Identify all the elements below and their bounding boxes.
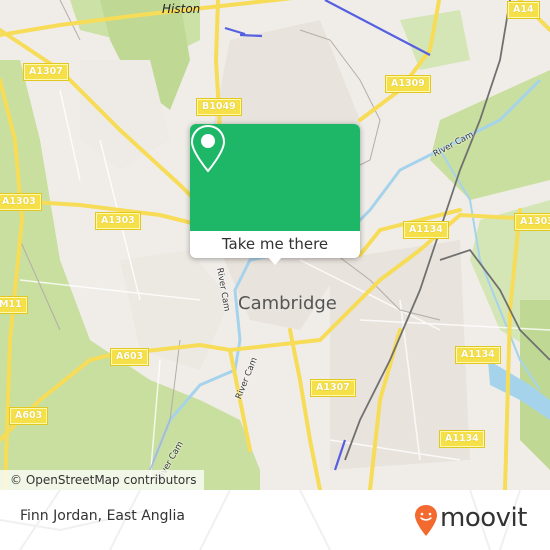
- road-label-a1309: A1309: [386, 76, 430, 92]
- moovit-brand-text: moovit: [440, 503, 527, 533]
- place-label-histon: Histon: [162, 2, 201, 16]
- road-label-a1307: A1307: [24, 64, 68, 80]
- road-label-b1049: B1049: [197, 99, 241, 115]
- road-label-a603-southwest: A603: [10, 408, 48, 424]
- road-label-a1134-east: A1134: [456, 347, 500, 363]
- road-label-a1303-east: A1303: [515, 214, 550, 230]
- map-attribution[interactable]: © OpenStreetMap contributors: [0, 470, 205, 490]
- popup-header: [190, 124, 360, 231]
- take-me-there-button[interactable]: Take me there: [190, 231, 360, 258]
- popup-pointer: [267, 256, 283, 265]
- road-label-a14: A14: [508, 2, 539, 18]
- map-pin-icon: [190, 124, 226, 173]
- road-label-a1134-north: A1134: [404, 222, 448, 238]
- place-label-cambridge: Cambridge: [238, 293, 337, 314]
- road-label-a1307-south: A1307: [311, 380, 355, 396]
- footer: Finn Jordan, East Anglia moovit: [0, 490, 550, 550]
- road-label-a1134-southeast: A1134: [440, 431, 484, 447]
- map[interactable]: Histon Cambridge A1307 B1049 A1309 A14 A…: [0, 0, 550, 490]
- road-label-a1303-west: A1303: [0, 194, 41, 210]
- road-label-a1303-mid: A1303: [96, 213, 140, 229]
- road-label-m11: M11: [0, 297, 27, 313]
- moovit-logo[interactable]: moovit: [414, 502, 534, 538]
- location-title: Finn Jordan, East Anglia: [20, 508, 185, 524]
- road-label-a603-mid: A603: [111, 349, 149, 365]
- take-me-there-popup[interactable]: Take me there: [190, 124, 360, 265]
- moovit-pin-icon: [415, 505, 437, 536]
